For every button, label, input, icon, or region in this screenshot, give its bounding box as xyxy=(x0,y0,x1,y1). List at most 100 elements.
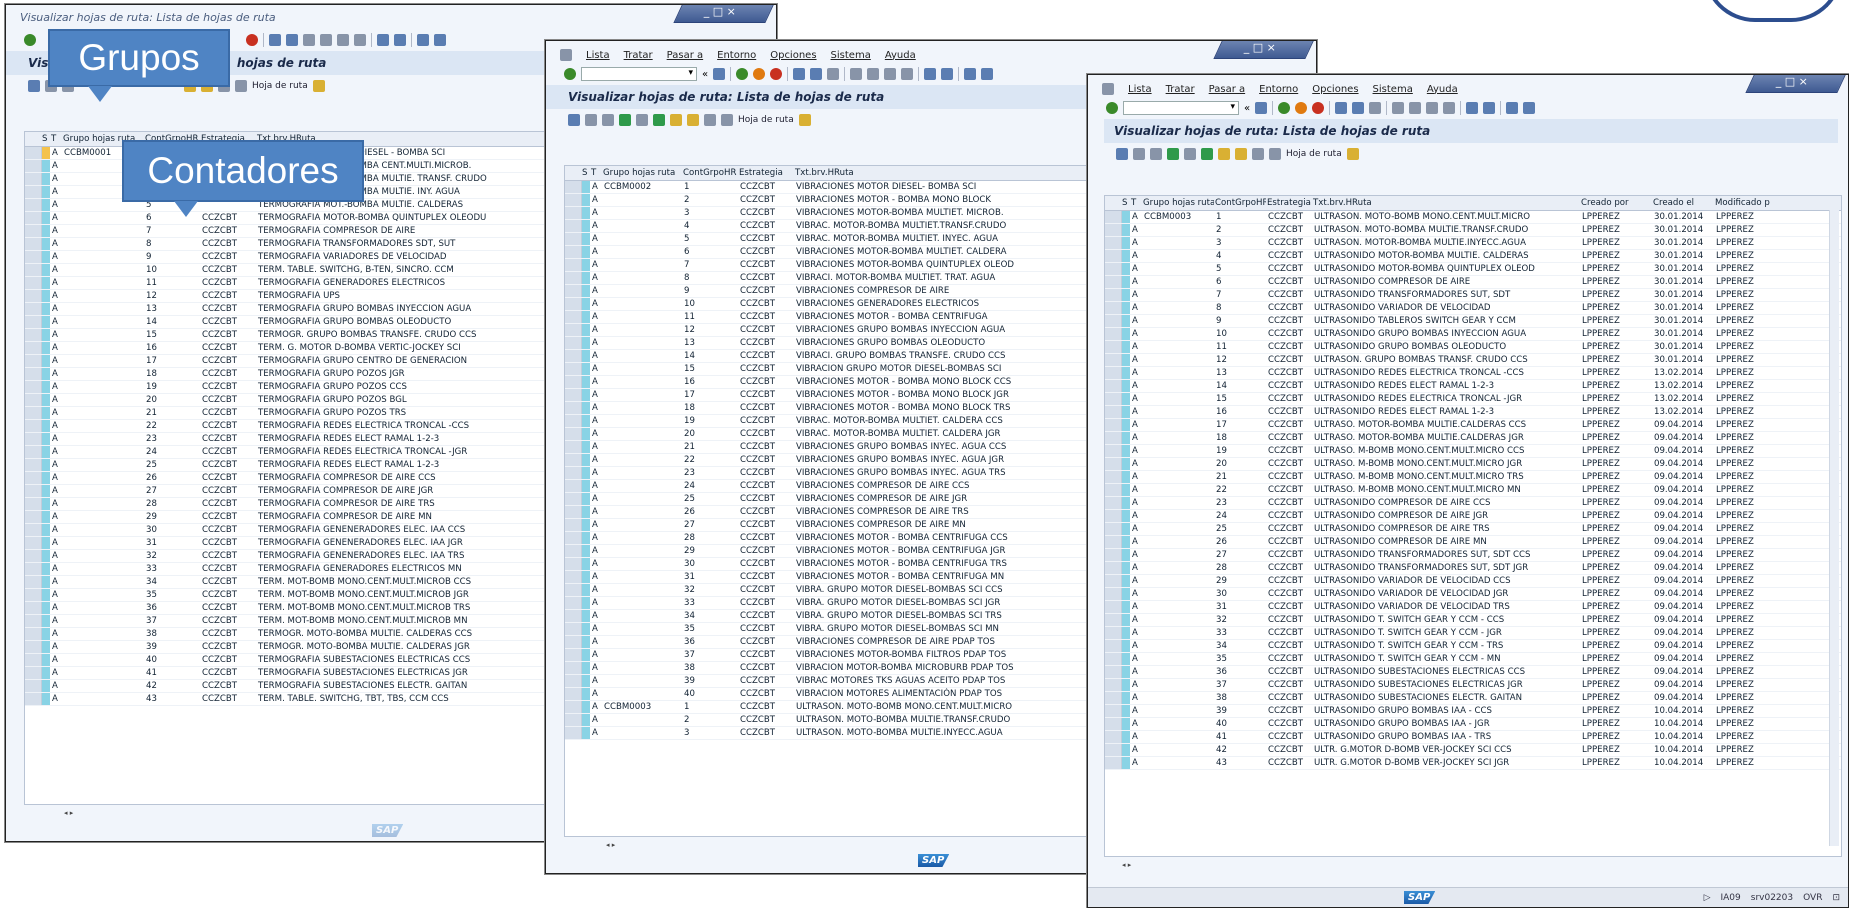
column-header[interactable]: Txt.brv.HRuta xyxy=(1312,196,1580,211)
select-all-header[interactable] xyxy=(1105,196,1121,211)
menu-item[interactable]: Opciones xyxy=(770,50,816,61)
table-row[interactable]: A 3 CCZCBT ULTRASON. MOTOR-BOMBA MULTIE.INY… xyxy=(1105,236,1841,250)
row-selector[interactable] xyxy=(25,237,42,251)
page-prev-icon[interactable] xyxy=(1409,102,1422,114)
row-selector[interactable] xyxy=(25,432,42,446)
collapse-icon[interactable]: « xyxy=(1244,103,1250,114)
row-selector[interactable] xyxy=(565,375,582,389)
row-selector[interactable] xyxy=(1105,548,1122,562)
row-selector[interactable] xyxy=(25,510,42,524)
page-prev-icon[interactable] xyxy=(867,68,880,80)
table-row[interactable]: A 13 CCZCBT ULTRASONIDO REDES ELECTRICA TRO… xyxy=(1105,366,1841,380)
row-selector[interactable] xyxy=(565,232,582,246)
table-row[interactable]: A 22 CCZCBT ULTRASO. M-BOMB MONO.CENT.MULT.… xyxy=(1105,483,1841,497)
row-selector[interactable] xyxy=(25,211,42,225)
row-selector[interactable] xyxy=(565,492,582,506)
menu-item[interactable]: Pasar a xyxy=(1209,84,1245,95)
export-icon[interactable] xyxy=(1252,148,1264,160)
row-selector[interactable] xyxy=(1105,392,1122,406)
row-selector[interactable] xyxy=(1105,262,1122,276)
row-selector[interactable] xyxy=(565,713,582,727)
document-icon[interactable] xyxy=(235,80,247,92)
table-row[interactable]: A 5 CCZCBT ULTRASONIDO MOTOR-BOMBA QUINTUPL… xyxy=(1105,262,1841,276)
column-header[interactable]: T xyxy=(1130,196,1142,211)
row-selector[interactable] xyxy=(1105,574,1122,588)
horizontal-scrollbar[interactable]: ◂ ▸ xyxy=(1122,861,1131,871)
menu-item[interactable]: Lista xyxy=(1128,84,1152,95)
system-menu-icon[interactable] xyxy=(1102,83,1114,95)
table-row[interactable]: A 29 CCZCBT ULTRASONIDO VARIADOR DE VELOCID… xyxy=(1105,574,1841,588)
row-selector[interactable] xyxy=(565,193,582,207)
select-all-icon[interactable] xyxy=(1167,148,1179,160)
menu-item[interactable]: Tratar xyxy=(1166,84,1195,95)
menu-item[interactable]: Lista xyxy=(586,50,610,61)
table-row[interactable]: A 42 CCZCBT ULTR. G.MOTOR D-BOMB VER-JOCKEY… xyxy=(1105,743,1841,757)
hoja-de-ruta-button[interactable]: Hoja de ruta xyxy=(1286,149,1342,159)
save-icon[interactable] xyxy=(713,68,726,80)
column-header[interactable]: Estrategia xyxy=(1266,196,1312,211)
row-selector[interactable] xyxy=(565,245,582,259)
row-selector[interactable] xyxy=(565,180,582,194)
enter-icon[interactable] xyxy=(24,34,36,46)
row-selector[interactable] xyxy=(25,653,42,667)
sort-asc-icon[interactable] xyxy=(653,114,665,126)
row-selector[interactable] xyxy=(1105,418,1122,432)
vertical-scrollbar[interactable] xyxy=(1829,210,1839,846)
row-selector[interactable] xyxy=(565,479,582,493)
row-selector[interactable] xyxy=(1105,353,1122,367)
row-selector[interactable] xyxy=(1105,587,1122,601)
folder-icon[interactable] xyxy=(312,80,325,92)
row-selector[interactable] xyxy=(565,271,582,285)
column-header[interactable]: T xyxy=(590,166,602,181)
row-selector[interactable] xyxy=(565,323,582,337)
row-selector[interactable] xyxy=(25,562,42,576)
table-row[interactable]: A 16 CCZCBT ULTRASONIDO REDES ELECT RAMAL 1… xyxy=(1105,405,1841,419)
row-selector[interactable] xyxy=(25,276,42,290)
row-selector[interactable] xyxy=(565,466,582,480)
row-selector[interactable] xyxy=(565,544,582,558)
row-selector[interactable] xyxy=(565,362,582,376)
row-selector[interactable] xyxy=(565,310,582,324)
new-session-icon[interactable] xyxy=(1466,102,1479,114)
edit-icon[interactable] xyxy=(585,114,597,126)
page-next-icon[interactable] xyxy=(1426,102,1439,114)
enter-icon[interactable] xyxy=(1106,102,1118,114)
table-row[interactable]: A 10 CCZCBT ULTRASONIDO GRUPO BOMBAS INYECC… xyxy=(1105,327,1841,341)
help-icon[interactable] xyxy=(1506,102,1519,114)
row-selector[interactable] xyxy=(1105,522,1122,536)
layout-icon[interactable] xyxy=(434,34,446,46)
row-selector[interactable] xyxy=(25,666,42,680)
row-selector[interactable] xyxy=(25,198,42,212)
row-selector[interactable] xyxy=(25,380,42,394)
row-selector[interactable] xyxy=(25,679,42,693)
table-row[interactable]: A 39 CCZCBT ULTRASONIDO GRUPO BOMBAS IAA - … xyxy=(1105,704,1841,718)
page-prev-icon[interactable] xyxy=(320,34,332,46)
details-icon[interactable] xyxy=(1116,148,1128,160)
table-row[interactable]: A 32 CCZCBT ULTRASONIDO T. SWITCH GEAR Y CC… xyxy=(1105,613,1841,627)
menu-item[interactable]: Tratar xyxy=(624,50,653,61)
row-selector[interactable] xyxy=(1105,561,1122,575)
enter-icon[interactable] xyxy=(564,68,576,80)
layout-icon[interactable] xyxy=(981,68,994,80)
row-selector[interactable] xyxy=(565,557,582,571)
column-header[interactable]: ContGrpoHR xyxy=(682,166,738,181)
row-selector[interactable] xyxy=(25,471,42,485)
exit-icon[interactable] xyxy=(1295,102,1308,114)
select-all-icon[interactable] xyxy=(619,114,631,126)
save-icon[interactable] xyxy=(1255,102,1268,114)
export-icon[interactable] xyxy=(704,114,716,126)
row-selector[interactable] xyxy=(25,640,42,654)
hoja-de-ruta-button[interactable]: Hoja de ruta xyxy=(252,81,308,91)
row-selector[interactable] xyxy=(565,258,582,272)
row-selector[interactable] xyxy=(25,549,42,563)
document-icon[interactable] xyxy=(721,114,733,126)
deselect-icon[interactable] xyxy=(1184,148,1196,160)
command-field[interactable]: ▾ xyxy=(1123,101,1239,115)
table-row[interactable]: A 26 CCZCBT ULTRASONIDO COMPRESOR DE AIRE M… xyxy=(1105,535,1841,549)
row-selector[interactable] xyxy=(1105,535,1122,549)
row-selector[interactable] xyxy=(25,523,42,537)
table-row[interactable]: A 37 CCZCBT ULTRASONIDO SUBESTACIONES ELECT… xyxy=(1105,678,1841,692)
row-selector[interactable] xyxy=(25,367,42,381)
table-row[interactable]: A 35 CCZCBT ULTRASONIDO T. SWITCH GEAR Y CC… xyxy=(1105,652,1841,666)
row-selector[interactable] xyxy=(1105,470,1122,484)
